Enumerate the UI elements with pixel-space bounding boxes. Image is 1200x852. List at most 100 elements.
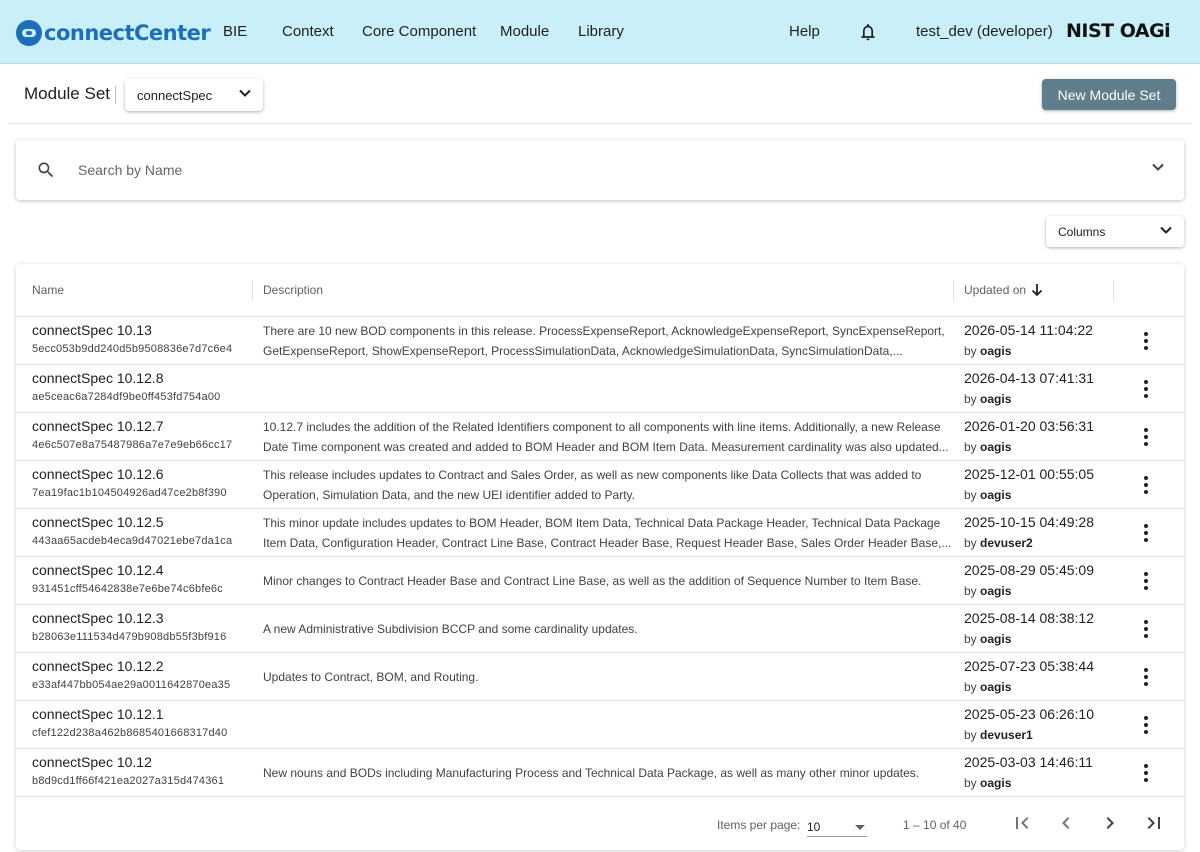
nav-core-component[interactable]: Core Component <box>362 23 476 40</box>
column-divider[interactable] <box>252 280 253 300</box>
updated-by-user: devuser1 <box>980 728 1033 742</box>
module-set-value: connectSpec <box>137 87 213 103</box>
more-vert-icon[interactable] <box>1138 763 1154 783</box>
nav-help[interactable]: Help <box>789 23 820 40</box>
nav-bie[interactable]: BIE <box>223 23 247 40</box>
by-prefix: by <box>964 728 977 742</box>
header-updated-on[interactable]: Updated on <box>964 283 1026 297</box>
module-set-name[interactable]: connectSpec 10.12.6 <box>32 466 164 482</box>
more-vert-icon[interactable] <box>1138 475 1154 495</box>
module-set-name[interactable]: connectSpec 10.12.8 <box>32 370 164 386</box>
more-vert-icon[interactable] <box>1138 619 1154 639</box>
updated-by: by oagis <box>964 440 1011 454</box>
table-row[interactable]: connectSpec 10.12.7 4e6c507e8a75487986a7e… <box>16 413 1184 461</box>
updated-timestamp: 2025-08-14 08:38:12 <box>964 610 1094 626</box>
user-menu[interactable]: test_dev (developer) <box>916 23 1053 40</box>
module-set-description: Minor changes to Contract Header Base an… <box>263 574 922 588</box>
table-row[interactable]: connectSpec 10.12.3 b28063e111534d479b908… <box>16 605 1184 653</box>
chevron-down-icon <box>1160 226 1172 234</box>
module-set-guid: 5ecc053b9dd240d5b9508836e7d7c6e4 <box>32 343 233 355</box>
nav-module[interactable]: Module <box>500 23 549 40</box>
updated-by-user: oagis <box>980 392 1012 406</box>
table-row[interactable]: connectSpec 10.12.4 931451cff54642838e7e6… <box>16 557 1184 605</box>
module-set-name[interactable]: connectSpec 10.12 <box>32 754 152 770</box>
last-page-icon[interactable] <box>1142 811 1166 835</box>
updated-by-user: oagis <box>980 440 1012 454</box>
module-set-name[interactable]: connectSpec 10.12.5 <box>32 514 164 530</box>
more-vert-icon[interactable] <box>1138 667 1154 687</box>
module-set-guid: e33af447bb054ae29a0011642870ea35 <box>32 679 231 691</box>
table-header: Name Description Updated on <box>16 264 1184 317</box>
updated-by-user: oagis <box>980 776 1012 790</box>
nist-oagi-logo: NIST OAGi <box>1066 20 1171 42</box>
header-name[interactable]: Name <box>32 283 64 297</box>
updated-by-user: oagis <box>980 488 1012 502</box>
table-row[interactable]: connectSpec 10.12.6 7ea19fac1b104504926ad… <box>16 461 1184 509</box>
more-vert-icon[interactable] <box>1138 379 1154 399</box>
table-row[interactable]: connectSpec 10.12.5 443aa65acdeb4eca9d470… <box>16 509 1184 557</box>
module-set-guid: b28063e111534d479b908db55f3bf916 <box>32 631 227 643</box>
module-set-select[interactable]: connectSpec <box>125 79 263 111</box>
updated-timestamp: 2025-03-03 14:46:11 <box>964 754 1093 770</box>
column-divider[interactable] <box>1113 280 1114 300</box>
nav-library[interactable]: Library <box>578 23 624 40</box>
module-set-table: Name Description Updated on connectSpec … <box>16 264 1184 850</box>
table-row[interactable]: connectSpec 10.12 b8d9cd1ff66f421ea2027a3… <box>16 749 1184 797</box>
more-vert-icon[interactable] <box>1138 715 1154 735</box>
module-set-description: New nouns and BODs including Manufacturi… <box>263 766 920 780</box>
updated-by: by oagis <box>964 776 1011 790</box>
search-icon <box>38 162 54 178</box>
previous-page-icon[interactable] <box>1054 811 1078 835</box>
module-set-label: Module Set <box>24 84 110 103</box>
by-prefix: by <box>964 440 977 454</box>
module-set-description: A new Administrative Subdivision BCCP an… <box>263 622 638 636</box>
table-row[interactable]: connectSpec 10.12.2 e33af447bb054ae29a001… <box>16 653 1184 701</box>
updated-by: by devuser2 <box>964 536 1033 550</box>
module-set-name[interactable]: connectSpec 10.12.2 <box>32 658 164 674</box>
search-panel <box>16 140 1184 200</box>
updated-timestamp: 2026-01-20 03:56:31 <box>964 418 1094 434</box>
more-vert-icon[interactable] <box>1138 523 1154 543</box>
module-set-name[interactable]: connectSpec 10.12.1 <box>32 706 164 722</box>
sort-descending-arrow-icon[interactable] <box>1031 283 1043 297</box>
expand-search-chevron-icon[interactable] <box>1152 163 1164 171</box>
bell-icon[interactable] <box>858 21 878 43</box>
table-row[interactable]: connectSpec 10.13 5ecc053b9dd240d5b950883… <box>16 317 1184 365</box>
updated-by: by devuser1 <box>964 728 1033 742</box>
divider <box>115 86 116 104</box>
updated-by-user: oagis <box>980 584 1012 598</box>
module-set-name[interactable]: connectSpec 10.12.4 <box>32 562 164 578</box>
connect-center-logo[interactable]: connectCenter <box>16 18 211 48</box>
module-set-name[interactable]: connectSpec 10.12.7 <box>32 418 164 434</box>
column-divider[interactable] <box>953 280 954 300</box>
module-set-guid: ae5ceac6a7284df9be0ff453fd754a00 <box>32 391 221 403</box>
more-vert-icon[interactable] <box>1138 331 1154 351</box>
columns-label: Columns <box>1058 224 1106 239</box>
updated-by-user: oagis <box>980 344 1012 358</box>
table-row[interactable]: connectSpec 10.12.8 ae5ceac6a7284df9be0ff… <box>16 365 1184 413</box>
module-set-description: There are 10 new BOD components in this … <box>263 324 945 358</box>
module-set-description: Updates to Contract, BOM, and Routing. <box>263 670 479 684</box>
next-page-icon[interactable] <box>1098 811 1122 835</box>
module-set-name[interactable]: connectSpec 10.13 <box>32 322 152 338</box>
search-input[interactable] <box>78 160 978 180</box>
module-set-guid: 931451cff54642838e7e6be74c6bfe6c <box>32 583 223 595</box>
by-prefix: by <box>964 344 977 358</box>
paginator: Items per page: 10 1 – 10 of 40 <box>16 797 1184 850</box>
by-prefix: by <box>964 584 977 598</box>
by-prefix: by <box>964 488 977 502</box>
by-prefix: by <box>964 536 977 550</box>
table-row[interactable]: connectSpec 10.12.1 cfef122d238a462b86854… <box>16 701 1184 749</box>
more-vert-icon[interactable] <box>1138 427 1154 447</box>
updated-timestamp: 2025-05-23 06:26:10 <box>964 706 1094 722</box>
items-per-page-select[interactable]: 10 <box>807 815 867 837</box>
module-set-guid: 4e6c507e8a75487986a7e7e9eb66cc17 <box>32 439 233 451</box>
more-vert-icon[interactable] <box>1138 571 1154 591</box>
new-module-set-button[interactable]: New Module Set <box>1042 79 1176 110</box>
nav-context[interactable]: Context <box>282 23 334 40</box>
page-range-label: 1 – 10 of 40 <box>903 818 967 832</box>
first-page-icon[interactable] <box>1010 811 1034 835</box>
module-set-name[interactable]: connectSpec 10.12.3 <box>32 610 164 626</box>
columns-select[interactable]: Columns <box>1046 216 1184 247</box>
header-description[interactable]: Description <box>263 283 323 297</box>
